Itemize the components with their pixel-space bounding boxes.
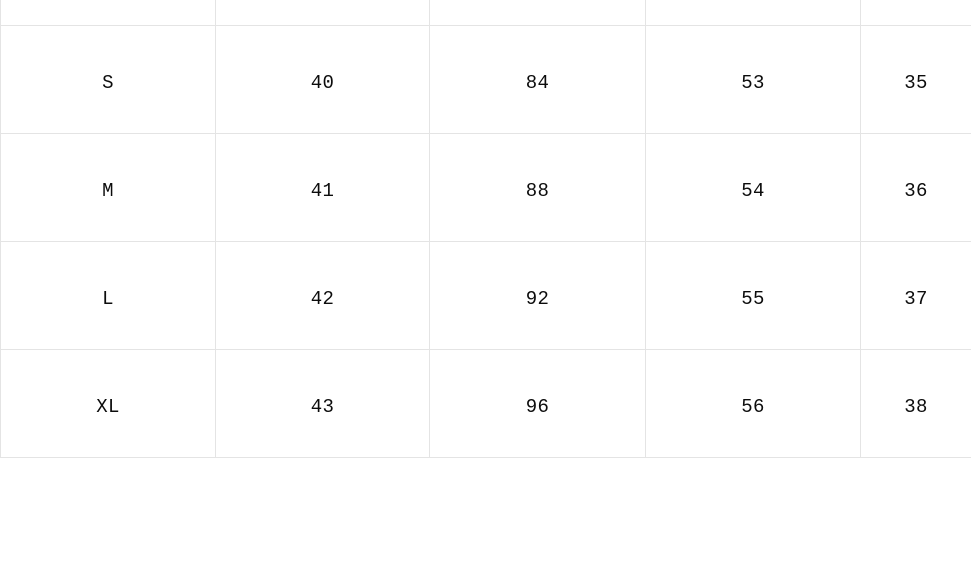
cell-length: 43: [215, 349, 430, 458]
column-header-sleeve: Sleeve: [645, 0, 861, 26]
cell-length: 40: [215, 25, 430, 134]
table-header-row: Size length Bust Sleeve Shoulder: [0, 0, 971, 26]
cell-shoulder: 35: [860, 25, 971, 134]
size-chart-table: Size length Bust Sleeve Shoulder: [0, 0, 971, 458]
column-header-bust: Bust: [429, 0, 646, 26]
table-row: L 42 92 55 37: [0, 241, 971, 350]
cell-sleeve: 55: [645, 241, 861, 350]
table-row: XL 43 96 56 38: [0, 349, 971, 458]
table-row: M 41 88 54 36: [0, 133, 971, 242]
cell-bust-value: 92: [525, 288, 550, 310]
cell-size-value: XL: [96, 396, 120, 418]
cell-length: 42: [215, 241, 430, 350]
cell-bust-value: 88: [525, 180, 550, 202]
cell-length-value: 42: [310, 288, 335, 310]
cell-sleeve: 54: [645, 133, 861, 242]
cell-length-value: 43: [310, 396, 335, 418]
cell-shoulder: 38: [860, 349, 971, 458]
cell-size-value: S: [102, 72, 114, 94]
cell-bust: 92: [429, 241, 646, 350]
table-body: S 40 84 53 35 M 41 88 54 36 L 42 92 55 3…: [0, 25, 971, 458]
cell-size-value: M: [102, 180, 114, 202]
cell-length: 41: [215, 133, 430, 242]
cell-bust: 84: [429, 25, 646, 134]
column-header-shoulder: Shoulder: [860, 0, 971, 26]
cell-sleeve: 56: [645, 349, 861, 458]
column-header-size: Size: [0, 0, 216, 26]
cell-size-value: L: [102, 288, 114, 310]
cell-sleeve-value: 54: [741, 180, 765, 202]
cell-shoulder-value: 38: [904, 396, 928, 418]
table-row: S 40 84 53 35: [0, 25, 971, 134]
cell-shoulder: 36: [860, 133, 971, 242]
cell-shoulder-value: 35: [904, 72, 928, 94]
cell-length-value: 40: [310, 72, 335, 94]
cell-bust: 88: [429, 133, 646, 242]
cell-sleeve-value: 56: [741, 396, 765, 418]
cell-size: L: [0, 241, 216, 350]
column-header-length: length: [215, 0, 430, 26]
cell-shoulder-value: 37: [904, 288, 928, 310]
cell-size: M: [0, 133, 216, 242]
cell-bust-value: 84: [525, 72, 550, 94]
cell-bust: 96: [429, 349, 646, 458]
cell-sleeve: 53: [645, 25, 861, 134]
cell-shoulder: 37: [860, 241, 971, 350]
cell-sleeve-value: 53: [741, 72, 765, 94]
cell-shoulder-value: 36: [904, 180, 928, 202]
table-header: Size length Bust Sleeve Shoulder: [0, 0, 971, 26]
cell-sleeve-value: 55: [741, 288, 765, 310]
cell-length-value: 41: [310, 180, 335, 202]
cell-size: S: [0, 25, 216, 134]
cell-size: XL: [0, 349, 216, 458]
size-chart-page: Size length Bust Sleeve Shoulder: [0, 0, 971, 566]
cell-bust-value: 96: [525, 396, 550, 418]
size-chart-table-wrapper: Size length Bust Sleeve Shoulder: [0, 0, 971, 458]
